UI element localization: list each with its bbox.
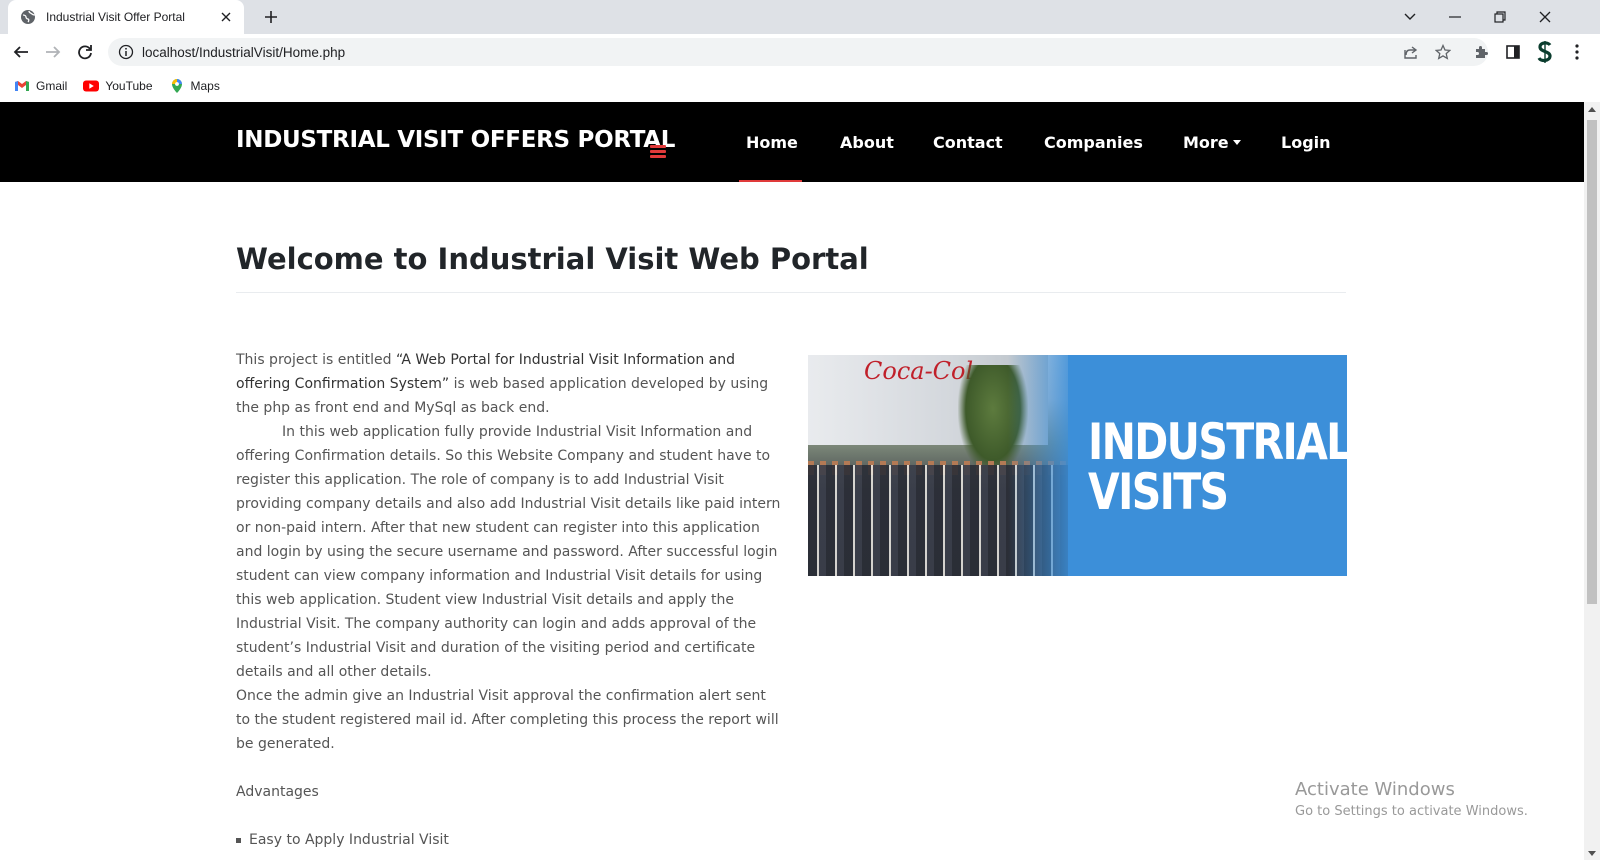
- share-icon[interactable]: [1400, 41, 1422, 63]
- bookmark-maps[interactable]: Maps: [169, 78, 220, 94]
- title-divider: [236, 292, 1346, 293]
- activate-windows-watermark: Activate Windows Go to Settings to activ…: [1295, 778, 1528, 822]
- close-tab-icon[interactable]: [218, 9, 234, 25]
- banner-heading: INDUSTRIAL VISITS: [1088, 417, 1347, 517]
- browser-tab-bar: Industrial Visit Offer Portal: [0, 0, 1600, 34]
- site-brand[interactable]: INDUSTRIAL VISIT OFFERS PORTAL: [236, 127, 675, 153]
- intro-content: This project is entitled “A Web Portal f…: [236, 348, 781, 852]
- nav-label: Contact: [933, 132, 1003, 152]
- menu-kebab-icon[interactable]: [1565, 40, 1589, 64]
- caret-down-icon: [1232, 139, 1241, 145]
- nav-home[interactable]: Home: [746, 102, 798, 182]
- active-nav-indicator: [739, 180, 802, 182]
- page-scrollbar[interactable]: [1584, 102, 1600, 860]
- nav-more-dropdown[interactable]: More: [1183, 102, 1241, 182]
- page-viewport: INDUSTRIAL VISIT OFFERS PORTAL Home Abou…: [0, 102, 1584, 860]
- nav-contact[interactable]: Contact: [933, 102, 1003, 182]
- description-text: In this web application fully provide In…: [236, 424, 781, 680]
- bookmark-label: YouTube: [105, 79, 153, 93]
- minimize-icon[interactable]: [1443, 5, 1467, 29]
- intro-paragraph: This project is entitled “A Web Portal f…: [236, 348, 781, 420]
- nav-login[interactable]: Login: [1281, 102, 1331, 182]
- banner-line-1: INDUSTRIAL: [1088, 413, 1347, 471]
- tab-search-icon[interactable]: [1398, 5, 1422, 29]
- advantages-list: Easy to Apply Industrial Visit: [236, 828, 781, 852]
- nav-companies[interactable]: Companies: [1044, 102, 1143, 182]
- banner-fade: [1008, 355, 1078, 576]
- advantages-heading: Advantages: [236, 784, 319, 800]
- hamburger-menu-icon[interactable]: [650, 145, 666, 159]
- bookmark-youtube[interactable]: YouTube: [83, 78, 153, 94]
- youtube-icon: [83, 78, 100, 94]
- intro-prefix: This project is entitled: [236, 352, 396, 368]
- tab-title: Industrial Visit Offer Portal: [46, 10, 185, 24]
- globe-icon: [20, 9, 36, 25]
- scrollbar-thumb[interactable]: [1587, 120, 1597, 604]
- extensions-icon[interactable]: [1469, 40, 1493, 64]
- scroll-down-arrow-icon[interactable]: [1584, 846, 1600, 860]
- url-text[interactable]: localhost/IndustrialVisit/Home.php: [142, 45, 345, 60]
- nav-label: Login: [1281, 132, 1331, 152]
- forward-arrow-icon[interactable]: [41, 40, 65, 64]
- site-info-icon[interactable]: [118, 44, 134, 60]
- site-header: INDUSTRIAL VISIT OFFERS PORTAL Home Abou…: [0, 102, 1584, 182]
- side-panel-icon[interactable]: [1501, 40, 1525, 64]
- profile-avatar-icon[interactable]: [1533, 40, 1557, 64]
- bookmark-gmail[interactable]: Gmail: [14, 78, 67, 94]
- nav-about[interactable]: About: [840, 102, 894, 182]
- industrial-visits-banner: Coca-Cola INDUSTRIAL VISITS: [808, 355, 1347, 576]
- list-item: Easy to Apply Industrial Visit: [236, 828, 781, 852]
- new-tab-icon[interactable]: [260, 6, 282, 28]
- nav-label: Companies: [1044, 132, 1143, 152]
- bookmark-star-icon[interactable]: [1432, 41, 1454, 63]
- watermark-title: Activate Windows: [1295, 779, 1455, 800]
- gmail-icon: [14, 78, 30, 94]
- reload-icon[interactable]: [73, 40, 97, 64]
- bookmarks-bar: Gmail YouTube Maps: [0, 70, 1600, 102]
- back-arrow-icon[interactable]: [9, 40, 33, 64]
- restore-icon[interactable]: [1488, 5, 1512, 29]
- approval-paragraph: Once the admin give an Industrial Visit …: [236, 688, 779, 752]
- close-window-icon[interactable]: [1533, 5, 1557, 29]
- watermark-subtitle: Go to Settings to activate Windows.: [1295, 804, 1528, 819]
- browser-toolbar: localhost/IndustrialVisit/Home.php: [0, 34, 1600, 70]
- scroll-up-arrow-icon[interactable]: [1584, 102, 1600, 116]
- description-paragraph: In this web application fully provide In…: [236, 420, 781, 684]
- banner-line-2: VISITS: [1088, 463, 1229, 521]
- nav-label: Home: [746, 132, 798, 152]
- nav-label: More: [1183, 132, 1229, 152]
- page-title: Welcome to Industrial Visit Web Portal: [236, 242, 869, 276]
- nav-label: About: [840, 132, 894, 152]
- bookmark-label: Gmail: [36, 79, 68, 93]
- address-bar[interactable]: localhost/IndustrialVisit/Home.php: [108, 38, 1488, 66]
- bookmark-label: Maps: [190, 79, 220, 93]
- maps-icon: [169, 78, 185, 94]
- browser-tab[interactable]: Industrial Visit Offer Portal: [8, 0, 244, 34]
